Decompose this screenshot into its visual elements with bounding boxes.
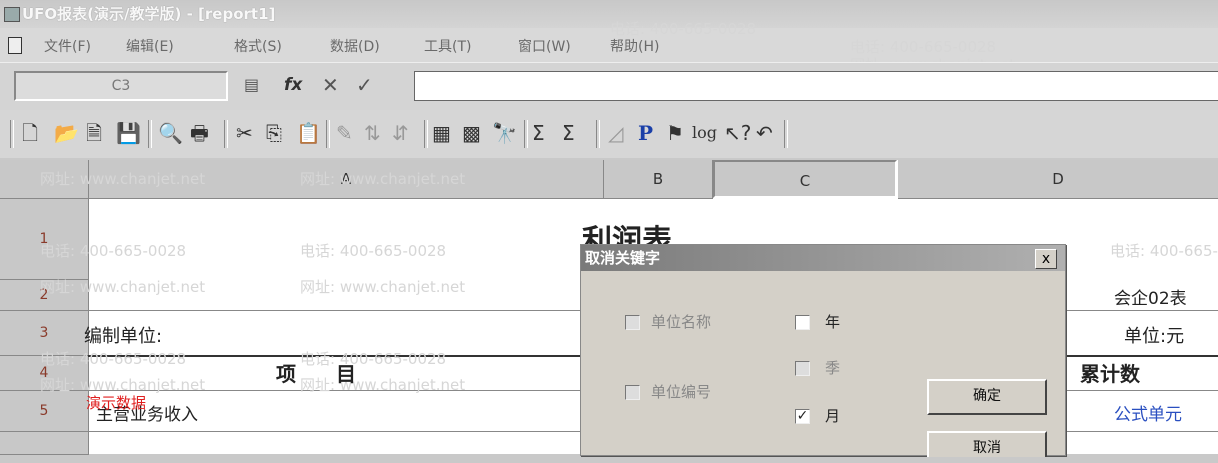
grid-icon[interactable]: ▩ — [462, 118, 481, 148]
label-unit-code: 单位编号 — [651, 383, 712, 401]
checkbox-quarter[interactable] — [795, 361, 810, 376]
watermark-site: 网址: www.chanjet.net — [40, 170, 206, 188]
menu-data[interactable]: 数据(D) — [330, 36, 380, 56]
unit-org-label: 编制单位: — [84, 326, 163, 347]
row-header-5[interactable]: 5 — [0, 391, 89, 432]
cancel-edit-icon[interactable]: ✕ — [322, 73, 339, 97]
app-icon — [4, 7, 20, 22]
dialog-title-text: 取消关键字 — [585, 249, 661, 267]
checkbox-unit-code[interactable] — [625, 385, 640, 400]
close-button[interactable]: x — [1035, 249, 1057, 269]
cancel-button[interactable]: 取消 — [927, 431, 1047, 457]
header-cumulative: 累计数 — [1080, 362, 1140, 386]
watermark-site: 网址: www.chanjet.net — [40, 278, 206, 296]
unit-currency-label: 单位:元 — [1124, 326, 1185, 347]
cell-reference-box[interactable]: C3 — [14, 71, 228, 101]
open-icon[interactable]: 📂 — [54, 118, 79, 148]
table-icon[interactable]: ▦ — [432, 118, 451, 148]
flag-icon[interactable]: ⚑ — [666, 118, 684, 148]
header-item: 项 目 — [276, 362, 356, 386]
menu-edit[interactable]: 编辑(E) — [126, 36, 174, 56]
form-code: 会企02表 — [1114, 289, 1187, 309]
checkbox-year[interactable] — [795, 315, 810, 330]
watermark-phone: 电话: 400-665-0028 — [610, 20, 757, 38]
label-quarter: 季 — [825, 359, 841, 377]
help-pointer-icon[interactable]: ↖? — [724, 118, 751, 148]
checkbox-month[interactable]: ✓ — [795, 409, 810, 424]
cut-icon[interactable]: ✂ — [236, 118, 253, 148]
watermark-phone: 电话: 400-665-0028 — [40, 242, 187, 260]
sum-column-icon[interactable]: Σ — [562, 118, 575, 148]
sort-asc-icon[interactable]: ⇅ — [364, 118, 381, 148]
toolbar: 🗋 📂 🗎 💾 🔍 🖶 ✂ ⎘ 📋 ✎ ⇅ ⇵ ▦ ▩ 🔭 Σ Σ ◿ P ⚑ … — [0, 110, 1218, 158]
p-icon[interactable]: P — [638, 118, 653, 148]
fx-button[interactable]: fx — [284, 75, 302, 95]
checkbox-unit-name[interactable] — [625, 315, 640, 330]
label-unit-name: 单位名称 — [651, 313, 712, 331]
sum-icon[interactable]: Σ — [532, 118, 545, 148]
label-year: 年 — [825, 313, 841, 331]
print-preview-icon[interactable]: 🔍 — [158, 118, 183, 148]
demo-data-mark: 演示数据 — [86, 394, 147, 412]
row-header-6[interactable] — [0, 432, 89, 455]
watermark-phone: 电话: 400-665-0028 — [40, 350, 187, 368]
undo-icon[interactable]: ↶ — [756, 118, 773, 148]
watermark-site: 网址: www.chanjet.net — [300, 278, 466, 296]
formula-input[interactable] — [414, 71, 1218, 101]
menu-format[interactable]: 格式(S) — [234, 36, 282, 56]
column-header-b[interactable]: B — [604, 160, 713, 199]
window-title: UFO报表(演示/教学版) - [report1] — [22, 5, 276, 23]
new-icon[interactable]: 🗋 — [22, 118, 38, 148]
title-bar: UFO报表(演示/教学版) - [report1] — [0, 0, 1218, 28]
cancel-keyword-dialog: 取消关键字 x 单位名称 年 季 单位编号 ✓ 月 确定 取消 — [580, 244, 1066, 457]
watermark-site: 网址: www.chanjet.net — [300, 170, 466, 188]
log-icon[interactable]: log — [692, 118, 717, 148]
confirm-edit-icon[interactable]: ✓ — [356, 73, 373, 97]
watermark-phone: 电话: 400-665-0028 — [1110, 242, 1218, 260]
row5-formula-cell[interactable]: 公式单元 — [1114, 400, 1182, 425]
document-icon[interactable] — [8, 37, 22, 54]
watermark-phone: 电话: 400-665-0028 — [300, 242, 447, 260]
column-header-c[interactable]: C — [713, 160, 897, 198]
dialog-title: 取消关键字 — [581, 245, 1065, 271]
menu-tools[interactable]: 工具(T) — [424, 36, 471, 56]
column-header-d[interactable]: D — [898, 160, 1218, 199]
paste-icon[interactable]: 📋 — [296, 118, 321, 148]
print-icon[interactable]: 🖶 — [190, 118, 209, 148]
sort-desc-icon[interactable]: ⇵ — [392, 118, 409, 148]
label-month: 月 — [825, 407, 841, 425]
menu-bar: 文件(F) 编辑(E) 格式(S) 数据(D) 工具(T) 窗口(W) 帮助(H… — [0, 20, 1218, 74]
format-painter-icon[interactable]: ✎ — [336, 118, 353, 148]
function-wizard-icon[interactable]: ▤ — [244, 75, 259, 94]
menu-help[interactable]: 帮助(H) — [610, 36, 659, 56]
menu-file[interactable]: 文件(F) — [44, 36, 91, 56]
menu-window[interactable]: 窗口(W) — [518, 36, 571, 56]
find-icon[interactable]: 🔭 — [492, 118, 517, 148]
copy-icon[interactable]: ⎘ — [266, 118, 282, 148]
ok-button[interactable]: 确定 — [927, 379, 1047, 415]
save-icon[interactable]: 💾 — [116, 118, 141, 148]
chart-icon[interactable]: ◿ — [608, 118, 623, 148]
page-icon[interactable]: 🗎 — [86, 118, 102, 148]
